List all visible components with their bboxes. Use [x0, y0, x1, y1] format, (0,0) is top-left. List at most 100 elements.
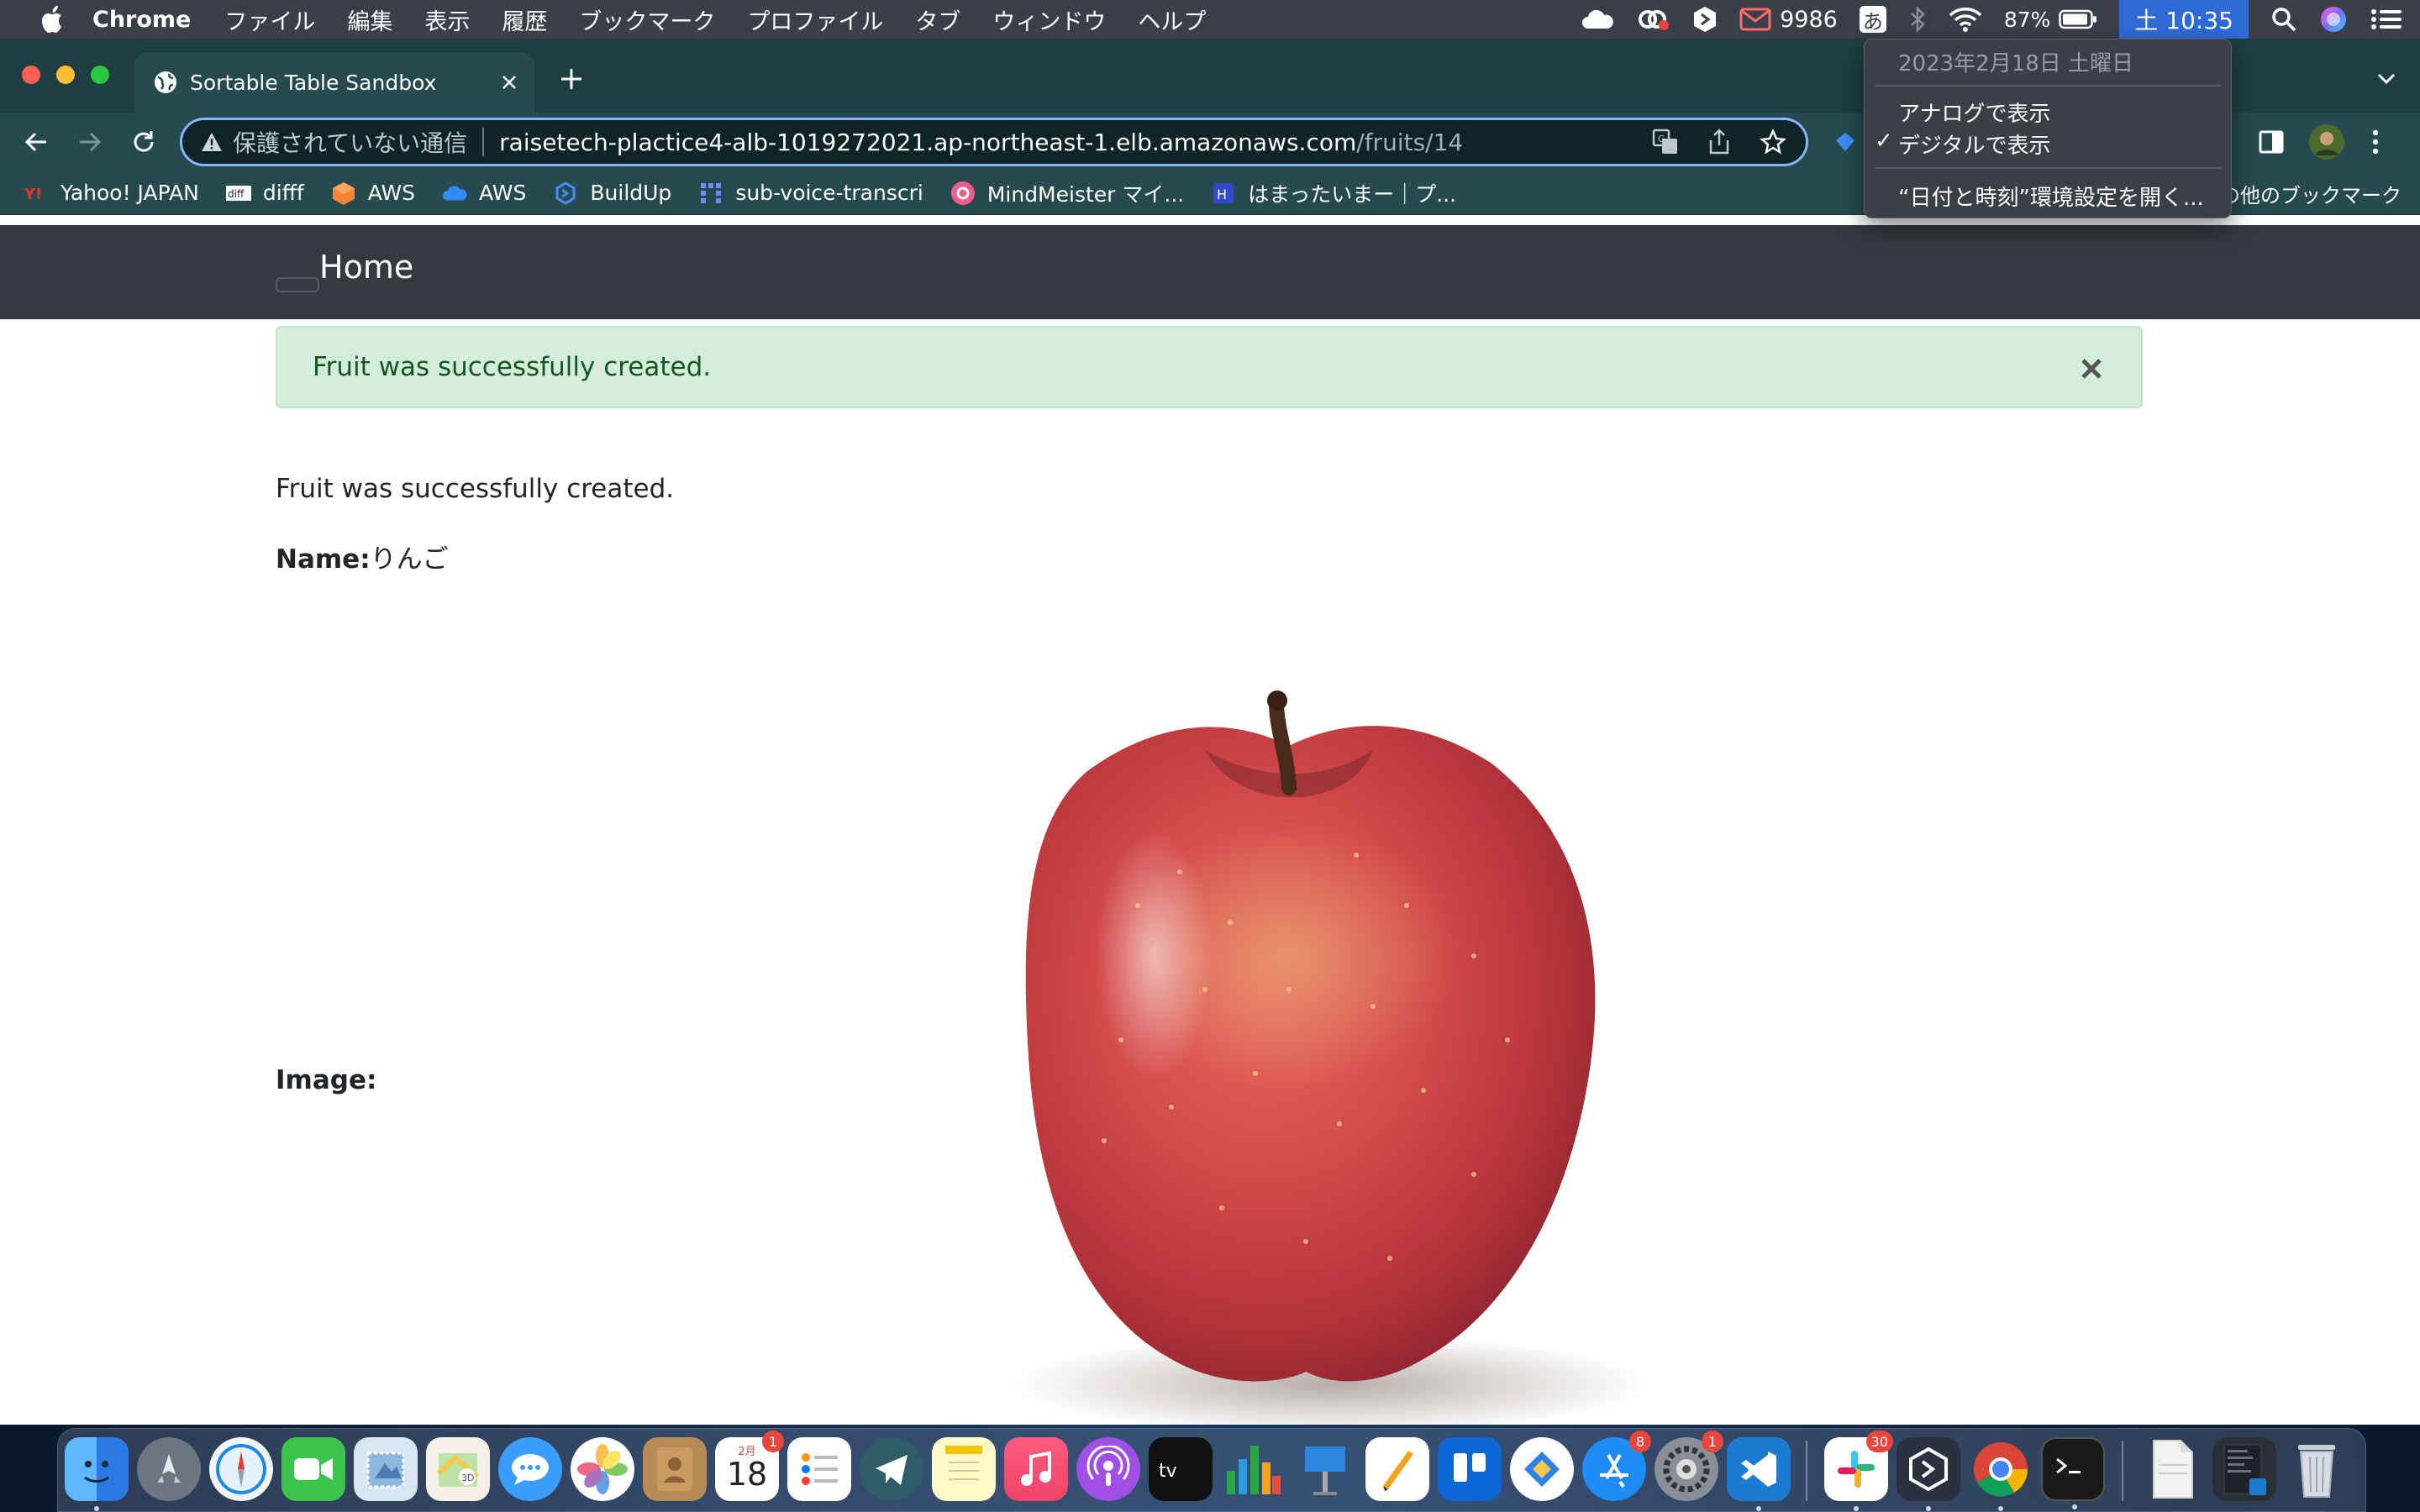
- control-center-icon[interactable]: [2370, 0, 2403, 39]
- music-icon[interactable]: [1004, 1437, 1068, 1501]
- app-store-icon[interactable]: 8: [1582, 1431, 1651, 1501]
- creative-cloud-icon[interactable]: [1637, 0, 1670, 39]
- buildup-dock-icon[interactable]: [1897, 1437, 1960, 1511]
- running-indicator: [1926, 1506, 1931, 1511]
- bookmark-label: はまったいまー｜プ...: [1248, 181, 1457, 207]
- more-menu-icon[interactable]: [2363, 123, 2388, 161]
- menu-edit[interactable]: 編集: [347, 3, 392, 36]
- vscode-icon[interactable]: [1727, 1437, 1791, 1511]
- downloads-stack-icon[interactable]: [2212, 1437, 2276, 1501]
- bookmark-star-icon[interactable]: [1752, 121, 1794, 163]
- reload-icon[interactable]: [124, 123, 163, 161]
- menu-tab[interactable]: タブ: [915, 3, 960, 36]
- apple-menu-icon[interactable]: [34, 5, 74, 34]
- podcasts-icon[interactable]: [1076, 1437, 1140, 1501]
- finder-icon[interactable]: [65, 1437, 129, 1511]
- terminal-icon[interactable]: [2041, 1437, 2105, 1509]
- bookmark-difff[interactable]: diff difff: [225, 181, 304, 206]
- wifi-icon[interactable]: [1949, 0, 1982, 39]
- safari-icon[interactable]: [209, 1437, 273, 1501]
- not-secure-label[interactable]: 保護されていない通信: [233, 125, 467, 159]
- svg-text:diff: diff: [228, 188, 245, 200]
- system-preferences-badge: 1: [1702, 1431, 1723, 1452]
- contacts-icon[interactable]: [643, 1437, 707, 1501]
- other-bookmarks[interactable]: の他のブックマーク: [2220, 171, 2402, 215]
- forward-arrow-icon[interactable]: [71, 123, 109, 161]
- notes-icon[interactable]: [932, 1437, 996, 1501]
- battery-percentage[interactable]: 87%: [2004, 8, 2051, 32]
- bookmark-sub-voice[interactable]: sub-voice-transcri: [698, 181, 923, 206]
- system-preferences-gear-icon[interactable]: 1: [1655, 1431, 1723, 1501]
- bluetooth-icon[interactable]: [1908, 0, 1927, 39]
- pages-pen-icon[interactable]: [1365, 1437, 1429, 1501]
- calendar-icon[interactable]: 2月 18 1: [715, 1431, 784, 1501]
- menu-app-chrome[interactable]: Chrome: [92, 7, 191, 33]
- url-host: raisetech-plactice4-alb-1019272021.ap-no…: [499, 128, 1357, 156]
- hexagon-app-icon[interactable]: [1692, 0, 1718, 39]
- menu-window[interactable]: ウィンドウ: [992, 3, 1106, 36]
- minimize-window-button[interactable]: [56, 66, 75, 84]
- show-digital-option[interactable]: デジタルで表示: [1898, 129, 2050, 160]
- cloud-icon[interactable]: [1581, 0, 1615, 39]
- bookmark-hamatta[interactable]: H はまったいまー｜プ...: [1211, 178, 1456, 208]
- share-icon[interactable]: [1698, 121, 1740, 163]
- mail-count[interactable]: 9986: [1780, 7, 1838, 33]
- back-arrow-icon[interactable]: [17, 123, 55, 161]
- menu-profiles[interactable]: プロファイル: [747, 3, 883, 36]
- menu-bar-clock[interactable]: 土 10:35: [2119, 0, 2249, 39]
- toolbar-right-buttons: [2252, 121, 2388, 163]
- battery-icon[interactable]: [2059, 0, 2097, 39]
- home-link[interactable]: Home: [319, 249, 413, 286]
- navbar-toggler-button[interactable]: [276, 277, 319, 292]
- open-date-time-preferences[interactable]: “日付と時刻”環境設定を開く...: [1898, 181, 2204, 212]
- bookmark-mindmeister[interactable]: MindMeister マイ...: [950, 178, 1184, 208]
- messages-icon[interactable]: [498, 1437, 562, 1501]
- spotlight-search-icon[interactable]: [2270, 0, 2297, 39]
- bookmark-yahoo[interactable]: Y! Yahoo! JAPAN: [24, 181, 199, 206]
- menu-view[interactable]: 表示: [424, 3, 470, 36]
- trello-icon[interactable]: [1438, 1437, 1502, 1501]
- address-bar[interactable]: 保護されていない通信 raisetech-plactice4-alb-10192…: [180, 118, 1808, 166]
- tab-search-chevron-icon[interactable]: [2371, 64, 2402, 94]
- photos-icon[interactable]: [571, 1437, 634, 1501]
- slack-icon[interactable]: 30: [1824, 1431, 1893, 1511]
- side-panel-icon[interactable]: [2252, 123, 2291, 161]
- menu-history[interactable]: 履歴: [502, 3, 547, 36]
- reminders-icon[interactable]: [787, 1437, 851, 1501]
- menu-file[interactable]: ファイル: [224, 3, 315, 36]
- close-tab-icon[interactable]: [494, 67, 524, 97]
- facetime-icon[interactable]: [281, 1437, 345, 1501]
- maps-icon[interactable]: 3D: [426, 1437, 490, 1501]
- extension-diamond-icon[interactable]: [1828, 125, 1862, 159]
- translate-icon[interactable]: G: [1644, 121, 1686, 163]
- profile-avatar[interactable]: [2307, 123, 2346, 161]
- input-method-icon[interactable]: あ: [1859, 0, 1886, 39]
- mail-icon[interactable]: [1739, 0, 1771, 39]
- svg-text:3D: 3D: [461, 1473, 474, 1483]
- zoom-window-button[interactable]: [91, 66, 109, 84]
- csv-file-icon[interactable]: [2140, 1437, 2204, 1501]
- new-tab-icon[interactable]: [555, 62, 588, 96]
- bookmark-buildup[interactable]: BuildUp: [553, 181, 671, 206]
- launchpad-icon[interactable]: [137, 1437, 201, 1501]
- menu-bookmarks[interactable]: ブックマーク: [579, 3, 715, 36]
- bookmark-aws-1[interactable]: AWS: [331, 181, 415, 206]
- apple-tv-icon[interactable]: tv: [1149, 1437, 1213, 1501]
- keynote-icon[interactable]: [1293, 1437, 1357, 1501]
- bookmark-aws-2[interactable]: AWS: [442, 181, 526, 206]
- numbers-chart-icon[interactable]: [1221, 1437, 1285, 1501]
- diamond-app-icon[interactable]: [1510, 1437, 1574, 1501]
- mail-stamp-icon[interactable]: [354, 1437, 418, 1501]
- aws-cube-icon: [331, 181, 356, 206]
- siri-icon[interactable]: [2319, 0, 2348, 39]
- chrome-dock-icon[interactable]: [1969, 1437, 2033, 1511]
- active-tab[interactable]: Sortable Table Sandbox: [134, 52, 534, 113]
- warning-triangle-icon[interactable]: [201, 132, 223, 152]
- telegram-send-icon[interactable]: [860, 1437, 923, 1501]
- running-indicator: [1756, 1506, 1761, 1511]
- close-window-button[interactable]: [22, 66, 40, 84]
- menu-help[interactable]: ヘルプ: [1138, 3, 1206, 36]
- close-alert-icon[interactable]: [2077, 354, 2106, 383]
- trash-icon[interactable]: [2285, 1437, 2349, 1501]
- show-analog-option[interactable]: アナログで表示: [1898, 97, 2050, 128]
